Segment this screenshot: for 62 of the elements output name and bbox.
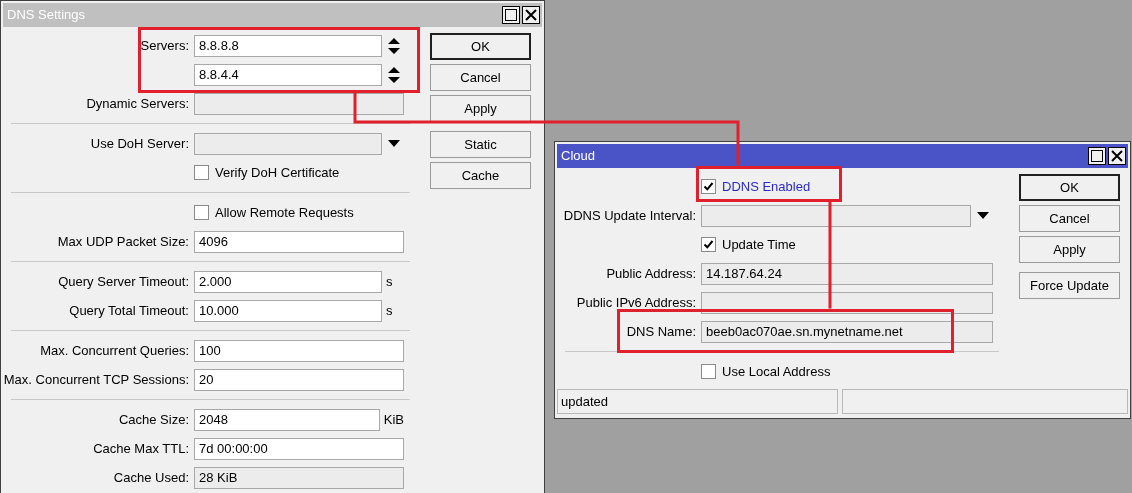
field-label: Servers: [140,36,189,55]
checkbox[interactable] [701,179,716,194]
text-field[interactable]: 20 [194,368,404,391]
text-field[interactable] [701,204,971,227]
checkbox[interactable] [701,364,716,379]
field-label: Dynamic Servers: [86,94,189,113]
close-icon[interactable] [522,6,540,24]
text-field[interactable]: 4096 [194,230,404,253]
dialog-button[interactable]: OK [1019,174,1120,201]
field-label: Max. Concurrent TCP Sessions: [3,370,189,389]
field-label: Public Address: [606,264,696,283]
text-field[interactable]: 100 [194,339,404,362]
field-label: Cache Size: [118,410,189,429]
field-label: Use DoH Server: [90,134,189,153]
text-field[interactable]: 2048 [194,408,380,431]
maximize-icon[interactable] [1088,147,1106,165]
dialog-button[interactable]: Cancel [1019,205,1120,232]
text-field[interactable]: 14.187.64.24 [701,262,993,285]
field-label: Cache Max TTL: [93,439,189,458]
text-field[interactable]: 28 KiB [194,466,404,489]
window-title: DNS Settings [7,6,86,25]
checkbox-label: Use Local Address [722,362,831,381]
dropdown-arrow-icon[interactable] [977,212,989,219]
status-panel: updated [557,389,838,414]
dialog-button[interactable]: OK [430,33,531,60]
text-field[interactable]: 8.8.8.8 [194,34,382,57]
checkbox[interactable] [701,237,716,252]
dialog-button[interactable]: Cache [430,162,531,189]
dialog-button[interactable]: Apply [1019,236,1120,263]
text-field[interactable] [194,132,382,155]
checkbox-label: Allow Remote Requests [215,203,354,222]
field-label: Max. Concurrent Queries: [40,341,189,360]
text-field[interactable]: beeb0ac070ae.sn.mynetname.net [701,320,993,343]
checkbox[interactable] [194,205,209,220]
dialog-button[interactable]: Force Update [1019,272,1120,299]
close-icon[interactable] [1108,147,1126,165]
window-title: Cloud [561,147,595,166]
checkbox-label: Update Time [722,235,796,254]
text-field[interactable]: 2.000 [194,270,382,293]
field-label: Public IPv6 Address: [576,293,696,312]
field-label: Query Total Timeout: [69,301,189,320]
field-label: DNS Name: [626,322,696,341]
text-field[interactable]: 7d 00:00:00 [194,437,404,460]
unit-label: s [386,272,393,291]
checkbox-label: Verify DoH Certificate [215,163,340,182]
dialog-button[interactable]: Static [430,131,531,158]
field-label: Cache Used: [113,468,189,487]
dialog-button[interactable]: Apply [430,95,531,122]
dropdown-arrow-icon[interactable] [388,140,400,147]
checkbox-label: DDNS Enabled [722,177,811,196]
field-label: DDNS Update Interval: [563,206,696,225]
text-field[interactable]: 10.000 [194,299,382,322]
unit-label: KiB [383,410,404,429]
unit-label: s [386,301,393,320]
field-label: Query Server Timeout: [58,272,189,291]
up-down-arrows-icon[interactable] [388,66,400,83]
dialog-button[interactable]: Cancel [430,64,531,91]
up-down-arrows-icon[interactable] [388,37,400,54]
checkbox[interactable] [194,165,209,180]
maximize-icon[interactable] [502,6,520,24]
field-label: Max UDP Packet Size: [57,232,189,251]
text-field[interactable]: 8.8.4.4 [194,63,382,86]
